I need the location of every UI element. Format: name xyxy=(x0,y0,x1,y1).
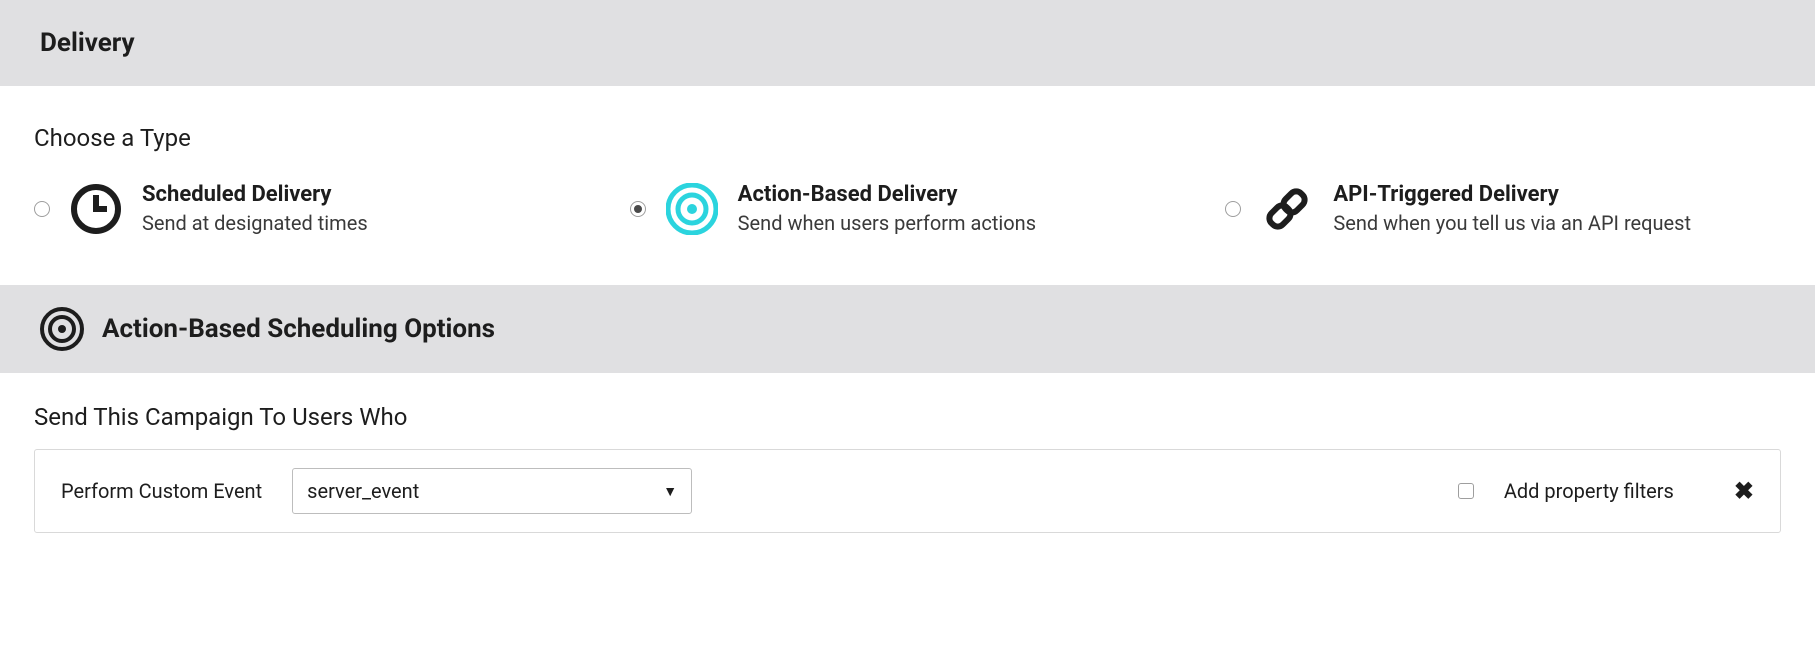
delivery-options-row: Scheduled Delivery Send at designated ti… xyxy=(34,182,1781,235)
option-scheduled-title: Scheduled Delivery xyxy=(142,182,368,207)
option-api-title: API-Triggered Delivery xyxy=(1333,182,1691,207)
option-action-title: Action-Based Delivery xyxy=(738,182,1036,207)
option-scheduled-delivery[interactable]: Scheduled Delivery Send at designated ti… xyxy=(34,182,590,235)
delivery-header-title: Delivery xyxy=(40,28,1775,58)
trigger-row: Perform Custom Event server_event ▼ Add … xyxy=(34,449,1781,533)
trigger-event-selected: server_event xyxy=(307,479,419,503)
target-outline-icon xyxy=(40,307,84,351)
trigger-event-select[interactable]: server_event ▼ xyxy=(292,468,692,514)
delivery-header: Delivery xyxy=(0,0,1815,86)
choose-type-section: Choose a Type Scheduled Delivery Send at… xyxy=(0,86,1815,285)
option-action-sub: Send when users perform actions xyxy=(738,211,1036,235)
option-action-text: Action-Based Delivery Send when users pe… xyxy=(738,182,1036,235)
caret-down-icon: ▼ xyxy=(663,483,677,500)
radio-action-based[interactable] xyxy=(630,201,646,217)
option-scheduled-text: Scheduled Delivery Send at designated ti… xyxy=(142,182,368,235)
option-action-based-delivery[interactable]: Action-Based Delivery Send when users pe… xyxy=(630,182,1186,235)
clock-icon xyxy=(70,183,122,235)
option-scheduled-sub: Send at designated times xyxy=(142,211,368,235)
scheduling-subheader-title: Action-Based Scheduling Options xyxy=(102,314,495,344)
trigger-section: Send This Campaign To Users Who Perform … xyxy=(0,373,1815,573)
radio-scheduled[interactable] xyxy=(34,201,50,217)
trigger-label: Send This Campaign To Users Who xyxy=(34,403,1781,431)
option-api-sub: Send when you tell us via an API request xyxy=(1333,211,1691,235)
choose-type-label: Choose a Type xyxy=(34,124,1781,152)
add-property-filters-checkbox[interactable] xyxy=(1458,483,1474,499)
link-chain-icon xyxy=(1261,183,1313,235)
scheduling-subheader: Action-Based Scheduling Options xyxy=(0,285,1815,373)
option-api-triggered-delivery[interactable]: API-Triggered Delivery Send when you tel… xyxy=(1225,182,1781,235)
radio-api-triggered[interactable] xyxy=(1225,201,1241,217)
trigger-condition-label: Perform Custom Event xyxy=(61,479,262,503)
option-api-text: API-Triggered Delivery Send when you tel… xyxy=(1333,182,1691,235)
add-property-filters-label: Add property filters xyxy=(1504,479,1674,503)
remove-trigger-icon[interactable]: ✖ xyxy=(1734,477,1754,505)
target-icon xyxy=(666,183,718,235)
